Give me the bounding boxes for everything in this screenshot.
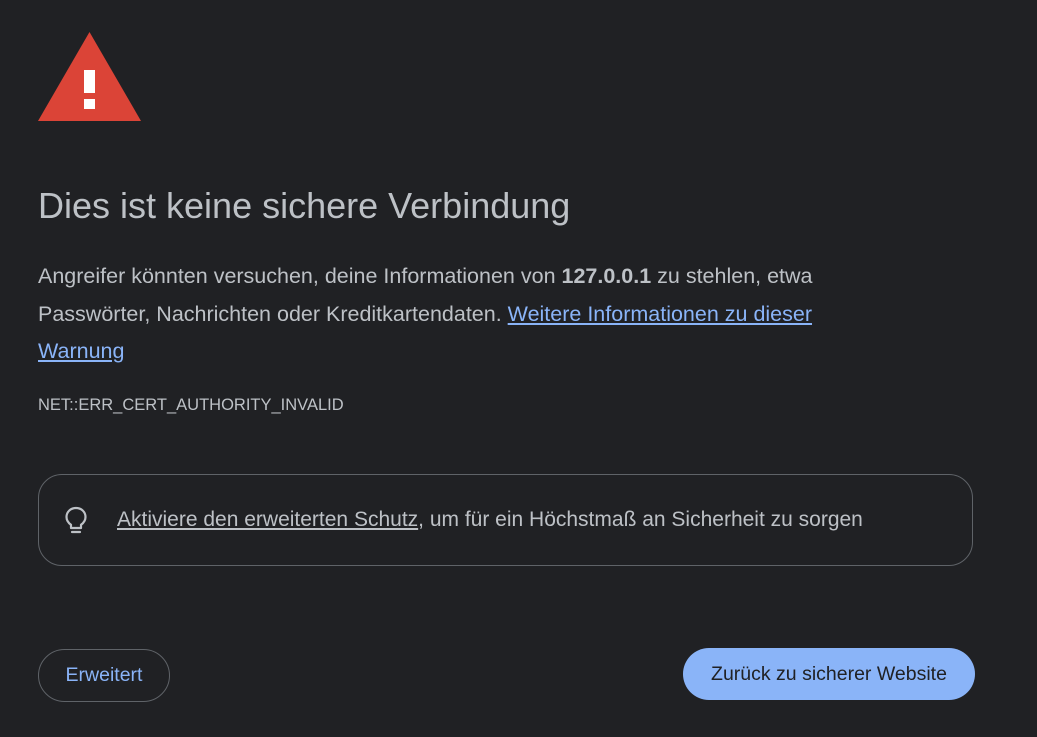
enhanced-protection-banner: Aktiviere den erweiterten Schutz, um für… xyxy=(38,474,973,566)
lightbulb-icon xyxy=(65,506,87,534)
host-address: 127.0.0.1 xyxy=(561,264,652,288)
warning-description: Angreifer könnten versuchen, deine Infor… xyxy=(38,258,888,371)
advanced-button[interactable]: Erweitert xyxy=(38,649,170,702)
back-to-safety-button[interactable]: Zurück zu sicherer Website xyxy=(683,648,975,700)
enhanced-protection-suffix: , um für ein Höchstmaß an Sicherheit zu … xyxy=(418,508,863,531)
page-title: Dies ist keine sichere Verbindung xyxy=(38,185,571,226)
warning-triangle-icon xyxy=(38,32,141,121)
description-text-1: Angreifer könnten versuchen, deine Infor… xyxy=(38,264,562,288)
enhanced-protection-text: Aktiviere den erweiterten Schutz, um für… xyxy=(117,508,863,532)
error-code: NET::ERR_CERT_AUTHORITY_INVALID xyxy=(38,396,344,414)
enhanced-protection-link[interactable]: Aktiviere den erweiterten Schutz xyxy=(117,508,418,531)
